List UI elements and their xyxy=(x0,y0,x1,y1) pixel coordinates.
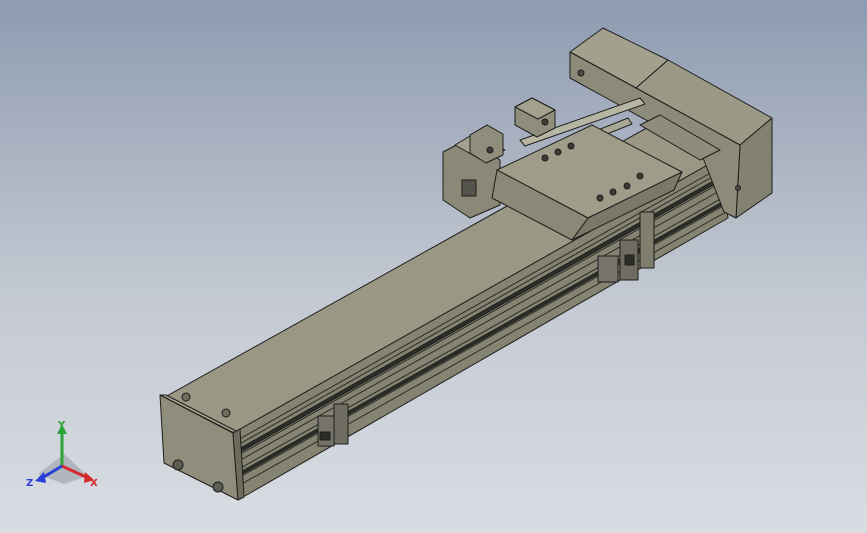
x-axis-label: X xyxy=(90,478,98,489)
end-cap-bolt xyxy=(212,481,224,493)
bracket-hole xyxy=(461,179,477,197)
end-cap-bolt xyxy=(172,459,184,471)
view-triad[interactable]: Y X Z xyxy=(22,418,108,494)
y-axis-label: Y xyxy=(57,420,66,431)
motor-bolt xyxy=(577,69,585,77)
graphics-viewport[interactable]: Y X Z xyxy=(0,0,867,533)
sensor-screw xyxy=(541,118,549,126)
z-axis-label: Z xyxy=(26,478,33,489)
bracket-screw xyxy=(486,146,494,154)
end-cap-top-screw xyxy=(221,408,231,418)
linear-actuator-model[interactable] xyxy=(0,0,867,533)
motor-bolt xyxy=(735,185,741,191)
end-cap-top-screw xyxy=(181,392,191,402)
